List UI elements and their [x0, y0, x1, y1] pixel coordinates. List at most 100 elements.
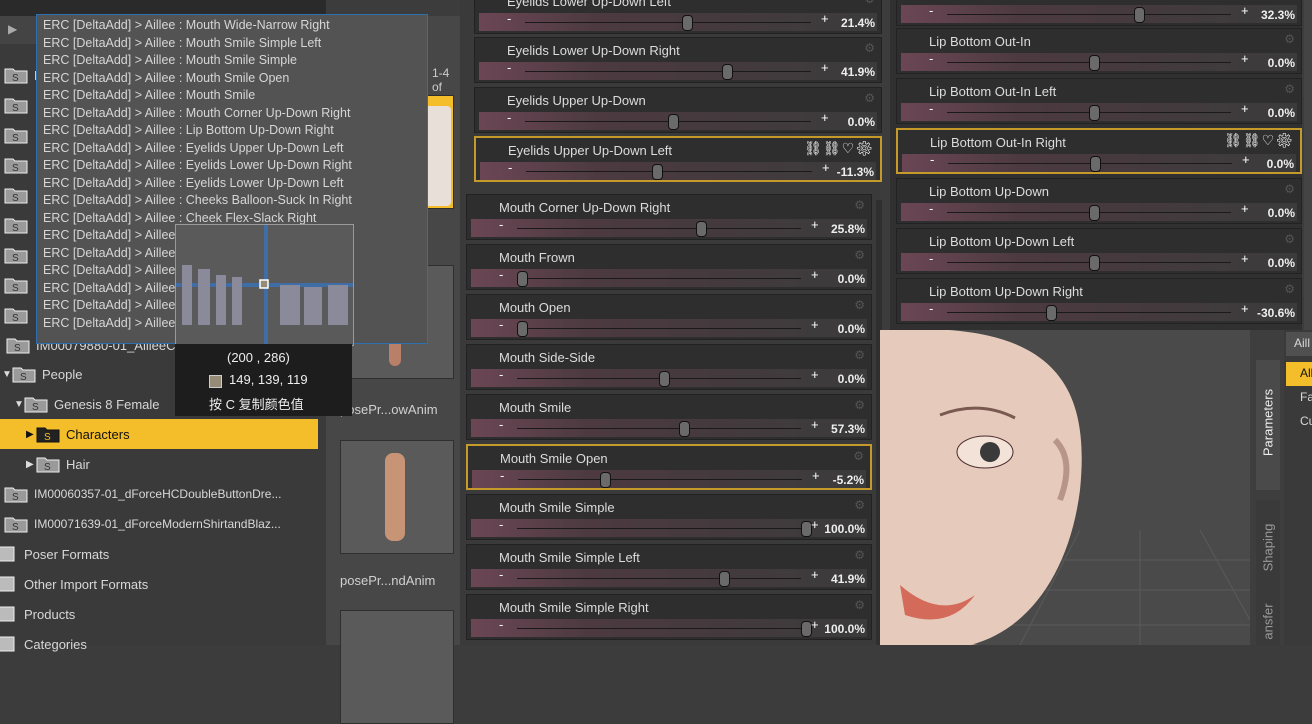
gear-icon[interactable]: ⚙: [1284, 182, 1295, 196]
gear-icon[interactable]: ⚙: [854, 598, 865, 612]
parameter-slider[interactable]: Lip Bottom Out-In Left ⚙ - +0.0%: [896, 78, 1302, 124]
increment-button[interactable]: +: [1241, 51, 1249, 66]
parameter-value[interactable]: 41.9%: [831, 572, 865, 586]
slider-handle[interactable]: [722, 64, 734, 80]
filter-favorites[interactable]: Fa: [1286, 388, 1312, 410]
parameter-options-icons[interactable]: ⛓⛓♡⚙: [804, 140, 874, 157]
parameter-value[interactable]: 0.0%: [848, 115, 875, 129]
decrement-button[interactable]: -: [499, 317, 503, 332]
gear-icon[interactable]: ⚙: [854, 548, 865, 562]
increment-button[interactable]: +: [1241, 201, 1249, 216]
tree-item-im60357[interactable]: S IM00060357-01_dForceHCDoubleButtonDre.…: [0, 479, 320, 509]
increment-button[interactable]: +: [811, 317, 819, 332]
increment-button[interactable]: +: [821, 110, 829, 125]
decrement-button[interactable]: -: [930, 152, 934, 167]
parameter-slider[interactable]: Eyelids Lower Up-Down Right ⚙ - +41.9%: [474, 37, 882, 83]
decrement-button[interactable]: -: [507, 11, 511, 26]
3d-viewport[interactable]: [880, 330, 1250, 645]
parameter-slider[interactable]: Lip Bottom Out-In Right ⛓⛓♡⚙ - +0.0%: [896, 128, 1302, 174]
decrement-button[interactable]: -: [929, 51, 933, 66]
increment-button[interactable]: +: [1242, 152, 1250, 167]
parameter-value[interactable]: -11.3%: [837, 165, 874, 179]
parameter-slider[interactable]: Eyelids Upper Up-Down ⚙ - +0.0%: [474, 87, 882, 133]
filter-all[interactable]: All: [1286, 362, 1312, 386]
parameter-slider[interactable]: Mouth Corner Up-Down Right ⚙ - +25.8%: [466, 194, 872, 240]
parameter-slider[interactable]: Eyelids Lower Up-Down Left ⚙ - +21.4%: [474, 0, 882, 34]
parameter-slider[interactable]: Mouth Smile Simple Left ⚙ - +41.9%: [466, 544, 872, 590]
slider-handle[interactable]: [517, 321, 528, 337]
slider-handle[interactable]: [678, 421, 690, 437]
decrement-button[interactable]: -: [499, 417, 503, 432]
increment-button[interactable]: +: [811, 567, 819, 582]
slider-handle[interactable]: [1089, 105, 1100, 121]
decrement-button[interactable]: -: [929, 101, 933, 116]
slider-handle[interactable]: [1090, 156, 1101, 172]
tab-parameters[interactable]: Parameters: [1256, 360, 1280, 490]
decrement-button[interactable]: -: [507, 110, 511, 125]
thumbnail-pose-3[interactable]: [340, 610, 454, 724]
gear-icon[interactable]: ⚙: [854, 198, 865, 212]
parameter-slider[interactable]: Mouth Smile Simple ⚙ - +100.0%: [466, 494, 872, 540]
slider-handle[interactable]: [1089, 55, 1100, 71]
increment-button[interactable]: +: [811, 267, 819, 282]
parameter-value[interactable]: 21.4%: [841, 16, 875, 30]
parameter-value[interactable]: 32.3%: [1261, 8, 1295, 22]
slider-handle[interactable]: [1089, 255, 1100, 271]
gear-icon[interactable]: ⚙: [854, 248, 865, 262]
gear-icon[interactable]: ⚙: [1284, 82, 1295, 96]
parameter-value[interactable]: 0.0%: [838, 322, 865, 336]
increment-button[interactable]: +: [1241, 3, 1249, 18]
parameter-value[interactable]: 25.8%: [831, 222, 865, 236]
decrement-button[interactable]: -: [499, 217, 503, 232]
parameter-value[interactable]: 0.0%: [838, 272, 865, 286]
gear-icon[interactable]: ⚙: [854, 348, 865, 362]
parameter-slider[interactable]: Mouth Open ⚙ - +0.0%: [466, 294, 872, 340]
decrement-button[interactable]: -: [499, 267, 503, 282]
gear-icon[interactable]: ⚙: [1284, 32, 1295, 46]
gear-icon[interactable]: ⚙: [854, 298, 865, 312]
gear-icon[interactable]: ⚙: [1284, 282, 1295, 296]
slider-handle[interactable]: [682, 15, 694, 31]
increment-button[interactable]: +: [822, 160, 830, 175]
parameter-slider[interactable]: ⚙-+32.3%: [896, 0, 1302, 26]
slider-handle[interactable]: [659, 371, 670, 387]
tree-item-im71639[interactable]: S IM00071639-01_dForceModernShirtandBlaz…: [0, 509, 320, 539]
increment-button[interactable]: +: [811, 417, 819, 432]
decrement-button[interactable]: -: [929, 251, 933, 266]
increment-button[interactable]: +: [1241, 251, 1249, 266]
gear-icon[interactable]: ⚙: [854, 398, 865, 412]
decrement-button[interactable]: -: [499, 617, 503, 632]
expand-arrow-icon[interactable]: ▼: [2, 369, 12, 380]
parameter-slider[interactable]: Mouth Smile ⚙ - +57.3%: [466, 394, 872, 440]
increment-button[interactable]: +: [1241, 301, 1249, 316]
decrement-button[interactable]: -: [507, 60, 511, 75]
tab-transfer[interactable]: ansfer: [1256, 600, 1280, 645]
increment-button[interactable]: +: [811, 217, 819, 232]
parameter-value[interactable]: 41.9%: [841, 65, 875, 79]
increment-button[interactable]: +: [811, 367, 819, 382]
parameter-options-icons[interactable]: ⛓⛓♡⚙: [1224, 132, 1294, 149]
parameter-slider[interactable]: Lip Bottom Up-Down Right ⚙ - + -30.6%: [896, 278, 1302, 324]
parameter-value[interactable]: 0.0%: [1268, 206, 1295, 220]
decrement-button[interactable]: -: [929, 301, 933, 316]
expand-arrow-icon[interactable]: ▶: [26, 429, 36, 440]
decrement-button[interactable]: -: [499, 567, 503, 582]
slider-handle[interactable]: [668, 114, 679, 130]
parameter-value[interactable]: 0.0%: [1268, 106, 1295, 120]
slider-handle[interactable]: [651, 164, 663, 180]
expand-arrow-icon[interactable]: ▶: [26, 459, 36, 470]
parameter-slider[interactable]: Eyelids Upper Up-Down Left ⛓⛓♡⚙ - + -11.3%: [474, 136, 882, 182]
increment-button[interactable]: +: [821, 11, 829, 26]
parameter-value[interactable]: 0.0%: [1268, 56, 1295, 70]
parameter-slider[interactable]: Mouth Smile Open ⚙ - + -5.2%: [466, 444, 872, 490]
gear-icon[interactable]: ⚙: [853, 449, 864, 463]
gear-icon[interactable]: ⚙: [864, 91, 875, 105]
parameter-value[interactable]: 57.3%: [831, 422, 865, 436]
decrement-button[interactable]: -: [508, 160, 512, 175]
gear-icon[interactable]: ⚙: [854, 498, 865, 512]
parameter-slider[interactable]: Lip Bottom Up-Down ⚙ - +0.0%: [896, 178, 1302, 224]
decrement-button[interactable]: -: [500, 468, 504, 483]
slider-handle[interactable]: [1134, 7, 1146, 23]
slider-handle[interactable]: [1046, 305, 1058, 321]
slider-handle[interactable]: [600, 472, 612, 488]
